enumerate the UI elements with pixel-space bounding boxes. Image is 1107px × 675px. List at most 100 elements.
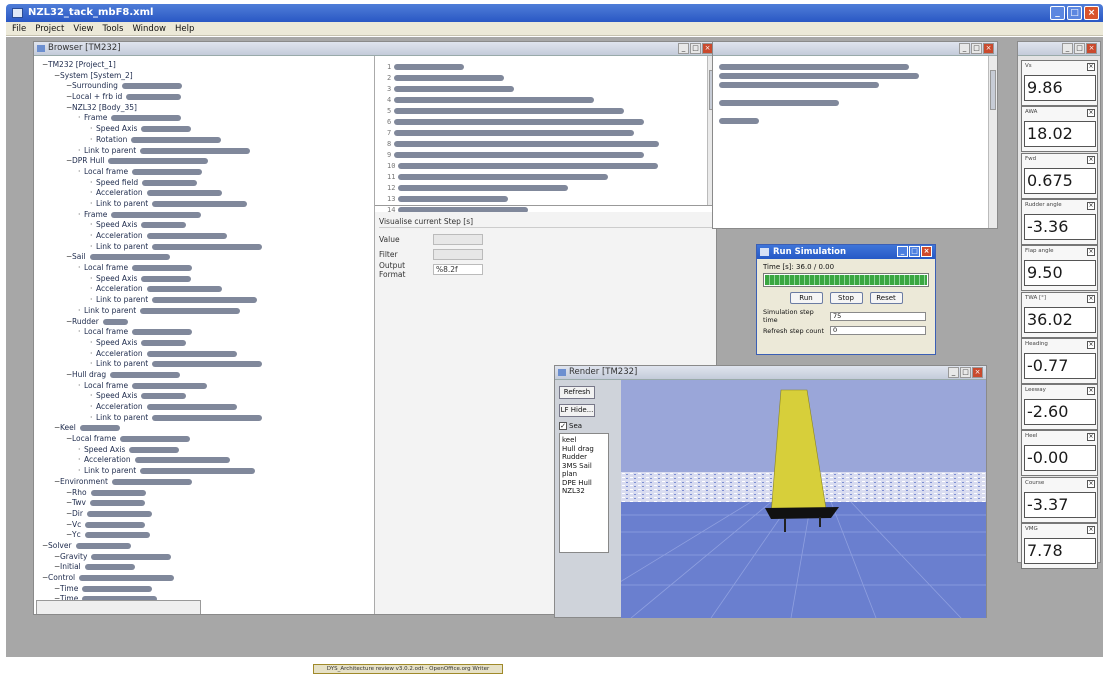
menu-window[interactable]: Window — [132, 22, 166, 35]
value-field[interactable] — [433, 234, 483, 245]
close-icon[interactable]: × — [972, 367, 983, 378]
sea-checkbox[interactable]: ✓ — [559, 422, 567, 430]
tree-item[interactable]: −Initial — [34, 562, 374, 573]
maximize-icon[interactable]: □ — [690, 43, 701, 54]
tree-item[interactable]: −Local frame — [34, 434, 374, 445]
menu-project[interactable]: Project — [35, 22, 64, 35]
gauge-close-icon[interactable]: × — [1087, 63, 1095, 71]
tree-item[interactable]: · Link to parent — [34, 466, 374, 477]
gauge-close-icon[interactable]: × — [1087, 294, 1095, 303]
3d-viewport[interactable] — [560, 380, 986, 619]
tree-item[interactable]: −Dir — [34, 509, 374, 520]
tree-item[interactable]: −Vc — [34, 520, 374, 531]
tree-item[interactable]: · Rotation — [34, 135, 374, 146]
close-icon[interactable]: × — [1084, 6, 1099, 20]
tree-item[interactable]: · Speed Axis — [34, 445, 374, 456]
maximize-icon[interactable]: □ — [1074, 43, 1085, 54]
tree-item[interactable]: −Local + frb id — [34, 92, 374, 103]
tree-item[interactable]: · Link to parent — [34, 146, 374, 157]
gauge-close-icon[interactable]: × — [1087, 155, 1095, 164]
tree-item[interactable]: −NZL32 [Body_35] — [34, 103, 374, 114]
tree-item[interactable]: · Link to parent — [34, 242, 374, 253]
tree-item[interactable]: −Rudder — [34, 317, 374, 328]
tree-item[interactable]: −Surrounding — [34, 81, 374, 92]
gauge-close-icon[interactable]: × — [1087, 387, 1095, 396]
tree-item[interactable]: −Rho — [34, 488, 374, 499]
object-list-item[interactable]: Rudder — [562, 453, 606, 462]
tree-item[interactable]: −Keel — [34, 423, 374, 434]
minimize-icon[interactable]: _ — [948, 367, 959, 378]
tree-item[interactable]: −Solver — [34, 541, 374, 552]
tree-item[interactable]: −Yc — [34, 530, 374, 541]
tree-item[interactable]: · Local frame — [34, 167, 374, 178]
gauge-close-icon[interactable]: × — [1087, 526, 1095, 534]
tree-item[interactable]: · Speed Axis — [34, 274, 374, 285]
output-format-field[interactable]: %8.2f — [433, 264, 483, 275]
close-icon[interactable]: × — [921, 246, 932, 257]
maximize-icon[interactable]: □ — [971, 43, 982, 54]
tree-item[interactable]: · Acceleration — [34, 231, 374, 242]
close-icon[interactable]: × — [983, 43, 994, 54]
object-list[interactable]: keel Hull drag Rudder 3MS Sail plan DPE Hull… — [559, 433, 609, 553]
tree-item[interactable]: · Speed Axis — [34, 220, 374, 231]
gauge-close-icon[interactable]: × — [1087, 109, 1095, 118]
close-icon[interactable]: × — [1086, 43, 1097, 54]
tree-item[interactable]: · Speed field — [34, 178, 374, 189]
menu-help[interactable]: Help — [175, 22, 194, 35]
scrollbar-thumb[interactable] — [990, 70, 996, 110]
minimize-icon[interactable]: _ — [1062, 43, 1073, 54]
gauge-close-icon[interactable]: × — [1087, 201, 1095, 210]
tree-item[interactable]: −Twv — [34, 498, 374, 509]
menu-view[interactable]: View — [73, 22, 93, 35]
tree-item[interactable]: · Acceleration — [34, 188, 374, 199]
gauge-close-icon[interactable]: × — [1087, 479, 1095, 488]
tree-item[interactable]: · Link to parent — [34, 306, 374, 317]
minimize-icon[interactable]: _ — [678, 43, 689, 54]
minimize-icon[interactable]: _ — [959, 43, 970, 54]
console-scrollbar[interactable] — [988, 56, 997, 228]
tree-item[interactable]: · Speed Axis — [34, 124, 374, 135]
tree-item[interactable]: −Sail — [34, 252, 374, 263]
gauge-close-icon[interactable]: × — [1087, 340, 1095, 349]
minimize-icon[interactable]: _ — [897, 246, 908, 257]
maximize-icon[interactable]: □ — [960, 367, 971, 378]
object-list-item[interactable]: NZL32 — [562, 487, 606, 496]
maximize-icon[interactable]: □ — [909, 246, 920, 257]
run-button[interactable]: Run — [789, 292, 823, 304]
tree-item[interactable]: −Control — [34, 573, 374, 584]
object-list-item[interactable]: DPE Hull — [562, 479, 606, 488]
tree-item[interactable]: · Speed Axis — [34, 338, 374, 349]
gauge-close-icon[interactable]: × — [1087, 433, 1095, 442]
tree-item[interactable]: · Frame — [34, 113, 374, 124]
object-list-item[interactable]: keel — [562, 436, 606, 445]
tree-item[interactable]: · Acceleration — [34, 349, 374, 360]
tree-item[interactable]: · Acceleration — [34, 284, 374, 295]
tree-item[interactable]: · Link to parent — [34, 413, 374, 424]
refresh-button[interactable]: Refresh — [559, 386, 595, 399]
tree-item[interactable]: · Link to parent — [34, 359, 374, 370]
tree-item[interactable]: · Acceleration — [34, 402, 374, 413]
tree-item[interactable]: · Link to parent — [34, 199, 374, 210]
tree-item[interactable]: · Frame — [34, 210, 374, 221]
tree-item[interactable]: · Local frame — [34, 263, 374, 274]
object-list-item[interactable]: 3MS Sail plan — [562, 462, 606, 479]
tree-item[interactable]: −System [System_2] — [34, 71, 374, 82]
tree-item[interactable]: −TM232 [Project_1] — [34, 60, 374, 71]
object-list-item[interactable]: Hull drag — [562, 445, 606, 454]
tree-item[interactable]: · Acceleration — [34, 455, 374, 466]
tree-item[interactable]: −Time — [34, 584, 374, 595]
minimize-icon[interactable]: _ — [1050, 6, 1065, 20]
tree-item[interactable]: · Local frame — [34, 327, 374, 338]
filter-field[interactable] — [433, 249, 483, 260]
step-time-input[interactable]: 75 — [830, 311, 926, 321]
hide-button[interactable]: LF Hide... — [559, 404, 595, 417]
maximize-icon[interactable]: □ — [1067, 6, 1082, 20]
taskbar-item[interactable]: DYS_Architecture review v3.0.2.odt - Ope… — [313, 664, 503, 674]
reset-button[interactable]: Reset — [869, 292, 903, 304]
tree-item[interactable]: · Speed Axis — [34, 391, 374, 402]
tree-item[interactable]: −Environment — [34, 477, 374, 488]
model-tree[interactable]: −TM232 [Project_1] −System [System_2] −Sur… — [34, 56, 375, 614]
tree-item[interactable]: −Hull drag — [34, 370, 374, 381]
tree-item[interactable]: · Local frame — [34, 381, 374, 392]
tree-item[interactable]: −DPR Hull — [34, 156, 374, 167]
